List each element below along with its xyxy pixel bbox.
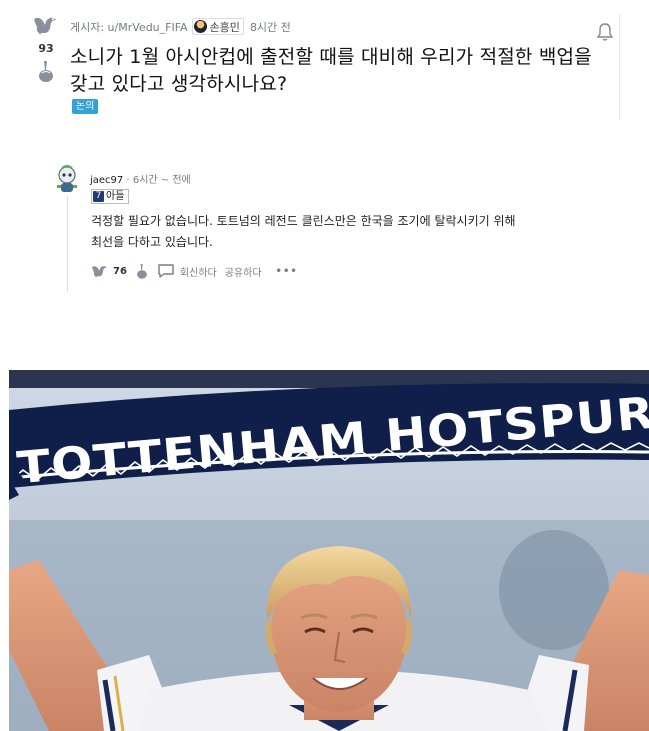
share-button[interactable]: 공유하다 <box>225 264 262 279</box>
comment-user-flair: 7 아들 <box>91 189 130 204</box>
comment-actions: 76 회신하다 공유하다 ••• <box>90 262 298 280</box>
photo: TOTTENHAM HOTSPUR <box>9 370 649 731</box>
flair-label: 아들 <box>106 191 125 202</box>
post-time: 8시간 전 <box>249 20 291 34</box>
player-avatar-icon <box>193 20 207 33</box>
post-title-line-2: 갖고 있다고 생각하시나요? <box>70 73 288 95</box>
comment-score: 76 <box>113 265 127 277</box>
flair-number-badge: 7 <box>93 191 104 202</box>
downvote-icon[interactable] <box>36 59 56 83</box>
comment-body-line-1: 걱정할 필요가 없습니다. 토트넘의 레전드 클린스만은 한국을 조기에 탈락시… <box>91 214 516 228</box>
comment-author[interactable]: jaec97 <box>90 175 123 186</box>
more-options-button[interactable]: ••• <box>276 266 298 277</box>
post-title[interactable]: 소니가 1월 아시안컵에 출전할 때를 대비해 우리가 적절한 백업을 갖고 있… <box>70 44 630 98</box>
comment-body: 걱정할 필요가 없습니다. 토트넘의 레전드 클린스만은 한국을 조기에 탈락시… <box>91 211 611 253</box>
bell-icon[interactable] <box>596 22 614 42</box>
post-author[interactable]: 게시자: u/MrVedu_FIFA <box>70 19 188 35</box>
upvote-icon[interactable] <box>31 14 61 36</box>
photo-scene: TOTTENHAM HOTSPUR <box>9 370 649 731</box>
reply-button[interactable]: 회신하다 <box>157 263 217 279</box>
post-meta: 게시자: u/MrVedu_FIFA 손흥민 8시간 전 <box>70 18 291 35</box>
upvote-icon[interactable] <box>90 263 110 279</box>
post-score: 93 <box>38 42 54 55</box>
comment-time: · 6시간 ~ 전에 <box>126 175 191 186</box>
user-flair-label: 손흥민 <box>209 20 240 34</box>
comment-body-line-2: 최선을 다하고 있습니다. <box>91 235 213 249</box>
post-flair-tag[interactable]: 논의 <box>72 99 99 114</box>
comment-bubble-icon <box>158 264 174 278</box>
share-label: 공유하다 <box>224 267 262 279</box>
user-flair: 손흥민 <box>191 18 244 35</box>
downvote-icon[interactable] <box>135 262 149 280</box>
reply-label: 회신하다 <box>179 267 217 279</box>
comment-meta: jaec97 · 6시간 ~ 전에 <box>90 171 191 186</box>
post-vote-column: 93 <box>28 14 64 83</box>
commenter-avatar[interactable] <box>54 165 80 195</box>
post-title-line-1: 소니가 1월 아시안컵에 출전할 때를 대비해 우리가 적절한 백업을 <box>70 46 592 68</box>
thread-line[interactable] <box>67 196 68 292</box>
